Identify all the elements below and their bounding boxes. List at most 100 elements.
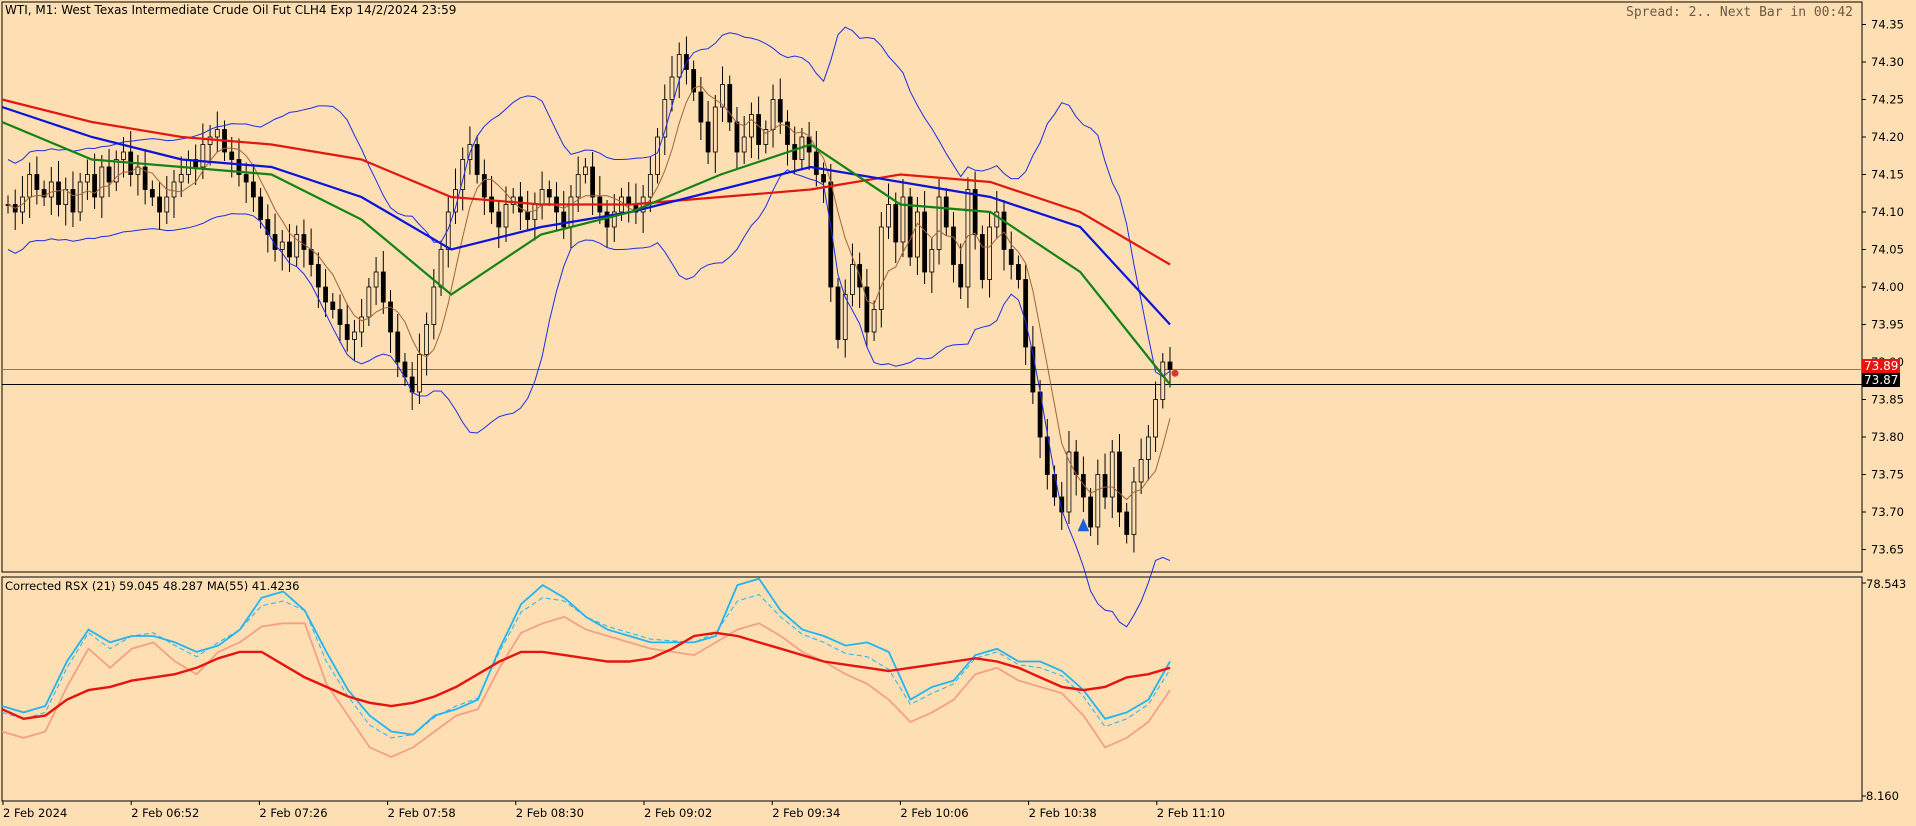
candle bbox=[936, 196, 942, 250]
rsx-lower-line bbox=[1, 615, 1171, 758]
candle bbox=[474, 144, 480, 175]
candle bbox=[99, 166, 105, 198]
candle bbox=[979, 234, 985, 280]
candle bbox=[373, 271, 379, 288]
candle bbox=[698, 91, 704, 123]
candle bbox=[1008, 249, 1014, 265]
candle bbox=[1088, 496, 1093, 528]
price-label: 74.00 bbox=[1871, 280, 1904, 294]
candle bbox=[712, 106, 718, 153]
candle bbox=[337, 309, 343, 325]
candle bbox=[546, 189, 552, 198]
candle bbox=[258, 196, 263, 220]
candle bbox=[417, 354, 422, 393]
chart-window[interactable]: 74.35 74.30 74.25 74.20 74.15 74.10 74.05 74.00… bbox=[0, 0, 1916, 826]
candle bbox=[1131, 481, 1137, 535]
candle bbox=[842, 294, 848, 340]
candle bbox=[70, 189, 76, 213]
candle bbox=[344, 324, 350, 340]
candle bbox=[279, 241, 285, 250]
candle bbox=[77, 181, 83, 213]
bollinger-lower-band bbox=[7, 169, 1171, 628]
candle bbox=[157, 196, 162, 213]
candle bbox=[1095, 474, 1101, 528]
candle bbox=[539, 189, 545, 205]
candle bbox=[532, 204, 538, 220]
candle bbox=[756, 114, 761, 145]
candle bbox=[669, 76, 675, 100]
candle bbox=[1001, 211, 1007, 250]
candle bbox=[1117, 451, 1122, 513]
candle bbox=[301, 234, 307, 250]
rsx-ma-line bbox=[1, 631, 1171, 721]
candle bbox=[972, 189, 978, 235]
candle bbox=[352, 331, 357, 340]
candle bbox=[56, 181, 61, 205]
candle bbox=[915, 211, 920, 258]
candle bbox=[655, 136, 660, 175]
time-label: 2 Feb 10:38 bbox=[1029, 806, 1097, 820]
candle bbox=[63, 189, 69, 205]
candle bbox=[149, 189, 155, 198]
candle bbox=[749, 114, 754, 138]
time-label: 2 Feb 06:52 bbox=[131, 806, 199, 820]
candle bbox=[424, 324, 429, 355]
chart-canvas[interactable]: 74.35 74.30 74.25 74.20 74.15 74.10 74.05 74.00… bbox=[0, 0, 1916, 826]
candle bbox=[171, 181, 177, 198]
indicator-panel-frame bbox=[1, 576, 1863, 802]
time-label: 2 Feb 09:34 bbox=[772, 806, 840, 820]
time-label: 2 Feb 2024 bbox=[3, 806, 67, 820]
rsx-scale-top: 78.543 bbox=[1866, 577, 1907, 591]
candle bbox=[922, 211, 927, 273]
candle bbox=[813, 151, 819, 175]
candle bbox=[734, 121, 740, 153]
candle bbox=[525, 211, 531, 220]
candle bbox=[330, 301, 336, 310]
candle bbox=[893, 204, 899, 243]
candle bbox=[503, 204, 509, 228]
candle bbox=[200, 144, 206, 168]
time-label: 2 Feb 07:58 bbox=[388, 806, 456, 820]
price-label: 74.15 bbox=[1871, 168, 1904, 182]
candle bbox=[481, 174, 487, 198]
bid-price-tag: 73.87 bbox=[1862, 373, 1901, 387]
candle bbox=[1124, 511, 1130, 535]
time-label: 2 Feb 11:10 bbox=[1157, 806, 1225, 820]
candle bbox=[821, 174, 826, 183]
candle bbox=[727, 84, 733, 123]
candle bbox=[308, 249, 314, 265]
candle bbox=[987, 226, 992, 280]
candle bbox=[792, 144, 798, 160]
candle bbox=[106, 166, 112, 183]
candle bbox=[518, 196, 523, 213]
candle bbox=[878, 226, 884, 310]
candle bbox=[777, 99, 783, 123]
rsx-main-line bbox=[1, 577, 1171, 736]
candle bbox=[741, 136, 747, 153]
price-label: 73.80 bbox=[1871, 430, 1904, 444]
price-label: 74.05 bbox=[1871, 243, 1904, 257]
candle bbox=[705, 121, 711, 153]
candle bbox=[366, 286, 372, 318]
candle bbox=[835, 286, 841, 340]
sell-marker-icon bbox=[1171, 369, 1179, 377]
candle bbox=[958, 264, 964, 288]
candle bbox=[315, 264, 321, 288]
candle bbox=[1160, 361, 1166, 400]
price-label: 74.10 bbox=[1871, 205, 1904, 219]
rsx-scale-bottom: 8.160 bbox=[1866, 789, 1899, 803]
time-label: 2 Feb 09:02 bbox=[644, 806, 712, 820]
candle bbox=[951, 226, 956, 265]
candle bbox=[770, 99, 776, 130]
price-label: 74.35 bbox=[1871, 18, 1904, 32]
candle bbox=[1016, 264, 1021, 280]
candle bbox=[27, 174, 33, 198]
buy-arrow-icon bbox=[1077, 518, 1090, 532]
ask-price-tag: 73.89 bbox=[1862, 359, 1901, 373]
candle bbox=[676, 54, 682, 78]
price-label: 74.30 bbox=[1871, 55, 1904, 69]
candle bbox=[178, 174, 184, 183]
candle bbox=[380, 271, 386, 303]
candle bbox=[229, 151, 235, 160]
candle bbox=[929, 249, 935, 273]
